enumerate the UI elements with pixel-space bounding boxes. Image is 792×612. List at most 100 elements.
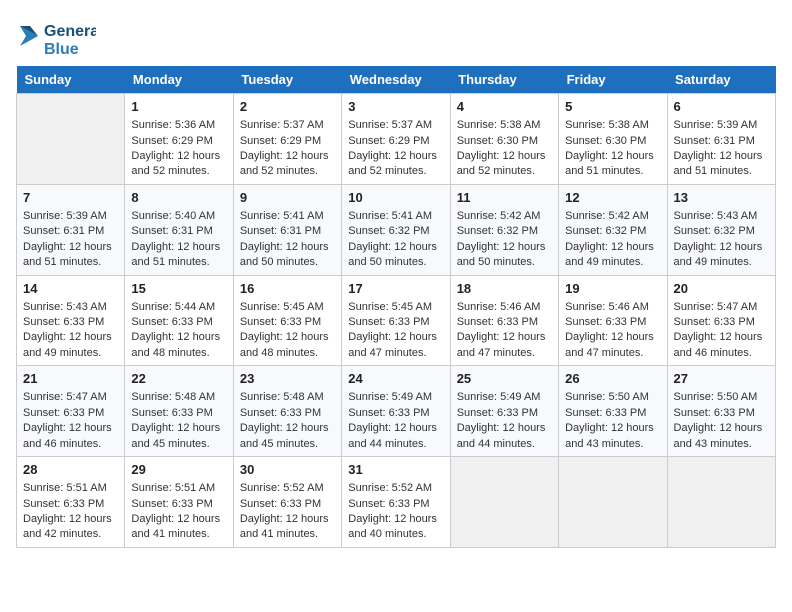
- day-number: 27: [674, 370, 769, 388]
- day-info-line: and 45 minutes.: [240, 437, 335, 452]
- calendar-week-row: 28Sunrise: 5:51 AMSunset: 6:33 PMDayligh…: [17, 457, 776, 548]
- day-info-line: and 49 minutes.: [674, 255, 769, 270]
- day-number: 20: [674, 280, 769, 298]
- day-info-line: and 46 minutes.: [23, 437, 118, 452]
- day-number: 14: [23, 280, 118, 298]
- day-info-line: and 50 minutes.: [240, 255, 335, 270]
- calendar-week-row: 14Sunrise: 5:43 AMSunset: 6:33 PMDayligh…: [17, 275, 776, 366]
- day-info-line: Sunrise: 5:46 AM: [457, 300, 552, 315]
- calendar-cell: 26Sunrise: 5:50 AMSunset: 6:33 PMDayligh…: [559, 366, 667, 457]
- day-info-line: and 41 minutes.: [131, 527, 226, 542]
- calendar-cell: 31Sunrise: 5:52 AMSunset: 6:33 PMDayligh…: [342, 457, 450, 548]
- day-info-line: Sunset: 6:33 PM: [457, 406, 552, 421]
- day-info-line: Daylight: 12 hours: [565, 149, 660, 164]
- day-info-line: and 47 minutes.: [565, 346, 660, 361]
- day-number: 12: [565, 189, 660, 207]
- day-info-line: Sunrise: 5:49 AM: [348, 390, 443, 405]
- day-info-line: Sunset: 6:33 PM: [674, 406, 769, 421]
- day-info-line: Daylight: 12 hours: [674, 149, 769, 164]
- day-info-line: Daylight: 12 hours: [457, 240, 552, 255]
- day-info-line: Sunrise: 5:48 AM: [131, 390, 226, 405]
- day-info-line: Sunrise: 5:37 AM: [348, 118, 443, 133]
- day-info-line: Daylight: 12 hours: [565, 240, 660, 255]
- day-number: 25: [457, 370, 552, 388]
- calendar-week-row: 7Sunrise: 5:39 AMSunset: 6:31 PMDaylight…: [17, 184, 776, 275]
- page-header: GeneralBlue: [16, 16, 776, 58]
- day-info-line: Daylight: 12 hours: [131, 149, 226, 164]
- day-info-line: Daylight: 12 hours: [23, 330, 118, 345]
- day-number: 19: [565, 280, 660, 298]
- day-number: 26: [565, 370, 660, 388]
- day-info-line: Sunrise: 5:42 AM: [457, 209, 552, 224]
- day-info-line: Sunset: 6:33 PM: [131, 315, 226, 330]
- calendar-week-row: 21Sunrise: 5:47 AMSunset: 6:33 PMDayligh…: [17, 366, 776, 457]
- day-info-line: Sunrise: 5:47 AM: [674, 300, 769, 315]
- calendar-cell: 1Sunrise: 5:36 AMSunset: 6:29 PMDaylight…: [125, 94, 233, 185]
- day-number: 31: [348, 461, 443, 479]
- day-info-line: Daylight: 12 hours: [457, 149, 552, 164]
- day-info-line: Sunset: 6:32 PM: [457, 224, 552, 239]
- calendar-cell: 16Sunrise: 5:45 AMSunset: 6:33 PMDayligh…: [233, 275, 341, 366]
- calendar-cell: 7Sunrise: 5:39 AMSunset: 6:31 PMDaylight…: [17, 184, 125, 275]
- day-number: 9: [240, 189, 335, 207]
- day-info-line: Sunrise: 5:38 AM: [457, 118, 552, 133]
- day-number: 22: [131, 370, 226, 388]
- calendar-cell: 25Sunrise: 5:49 AMSunset: 6:33 PMDayligh…: [450, 366, 558, 457]
- day-number: 16: [240, 280, 335, 298]
- day-info-line: Sunset: 6:33 PM: [240, 315, 335, 330]
- day-number: 13: [674, 189, 769, 207]
- day-info-line: Sunrise: 5:40 AM: [131, 209, 226, 224]
- calendar-cell: 18Sunrise: 5:46 AMSunset: 6:33 PMDayligh…: [450, 275, 558, 366]
- day-info-line: and 40 minutes.: [348, 527, 443, 542]
- day-info-line: and 52 minutes.: [348, 164, 443, 179]
- calendar-cell: 20Sunrise: 5:47 AMSunset: 6:33 PMDayligh…: [667, 275, 775, 366]
- day-info-line: Sunset: 6:31 PM: [240, 224, 335, 239]
- day-info-line: Sunset: 6:32 PM: [674, 224, 769, 239]
- day-info-line: Sunset: 6:31 PM: [131, 224, 226, 239]
- calendar-cell: [450, 457, 558, 548]
- day-info-line: and 50 minutes.: [457, 255, 552, 270]
- calendar-cell: 23Sunrise: 5:48 AMSunset: 6:33 PMDayligh…: [233, 366, 341, 457]
- day-number: 30: [240, 461, 335, 479]
- day-info-line: and 43 minutes.: [674, 437, 769, 452]
- day-info-line: Daylight: 12 hours: [348, 512, 443, 527]
- day-number: 23: [240, 370, 335, 388]
- day-info-line: Daylight: 12 hours: [23, 421, 118, 436]
- calendar-cell: 28Sunrise: 5:51 AMSunset: 6:33 PMDayligh…: [17, 457, 125, 548]
- day-number: 8: [131, 189, 226, 207]
- day-info-line: Sunset: 6:33 PM: [348, 315, 443, 330]
- day-info-line: Sunset: 6:31 PM: [23, 224, 118, 239]
- day-info-line: and 52 minutes.: [131, 164, 226, 179]
- calendar-cell: 24Sunrise: 5:49 AMSunset: 6:33 PMDayligh…: [342, 366, 450, 457]
- day-info-line: Sunset: 6:33 PM: [240, 497, 335, 512]
- day-info-line: Sunset: 6:33 PM: [23, 406, 118, 421]
- day-info-line: Sunset: 6:33 PM: [565, 315, 660, 330]
- day-info-line: and 41 minutes.: [240, 527, 335, 542]
- calendar-cell: 10Sunrise: 5:41 AMSunset: 6:32 PMDayligh…: [342, 184, 450, 275]
- calendar-cell: 21Sunrise: 5:47 AMSunset: 6:33 PMDayligh…: [17, 366, 125, 457]
- day-info-line: Sunrise: 5:39 AM: [674, 118, 769, 133]
- day-info-line: Sunrise: 5:42 AM: [565, 209, 660, 224]
- day-number: 24: [348, 370, 443, 388]
- day-number: 4: [457, 98, 552, 116]
- calendar-cell: 15Sunrise: 5:44 AMSunset: 6:33 PMDayligh…: [125, 275, 233, 366]
- day-info-line: Sunrise: 5:46 AM: [565, 300, 660, 315]
- day-info-line: Daylight: 12 hours: [131, 330, 226, 345]
- calendar-cell: 19Sunrise: 5:46 AMSunset: 6:33 PMDayligh…: [559, 275, 667, 366]
- day-info-line: and 48 minutes.: [131, 346, 226, 361]
- day-info-line: Sunset: 6:33 PM: [674, 315, 769, 330]
- day-info-line: and 47 minutes.: [457, 346, 552, 361]
- day-info-line: Sunset: 6:33 PM: [348, 406, 443, 421]
- day-info-line: Daylight: 12 hours: [131, 240, 226, 255]
- calendar-cell: 8 Sunrise: 5:40 AMSunset: 6:31 PMDaylight…: [125, 184, 233, 275]
- day-info-line: Sunset: 6:31 PM: [674, 134, 769, 149]
- weekday-header: Tuesday: [233, 66, 341, 94]
- day-info-line: Sunset: 6:29 PM: [240, 134, 335, 149]
- day-info-line: Sunrise: 5:43 AM: [674, 209, 769, 224]
- day-number: 3: [348, 98, 443, 116]
- day-info-line: Sunset: 6:29 PM: [348, 134, 443, 149]
- day-number: 2: [240, 98, 335, 116]
- day-info-line: Sunrise: 5:47 AM: [23, 390, 118, 405]
- day-info-line: and 51 minutes.: [23, 255, 118, 270]
- calendar-cell: 12Sunrise: 5:42 AMSunset: 6:32 PMDayligh…: [559, 184, 667, 275]
